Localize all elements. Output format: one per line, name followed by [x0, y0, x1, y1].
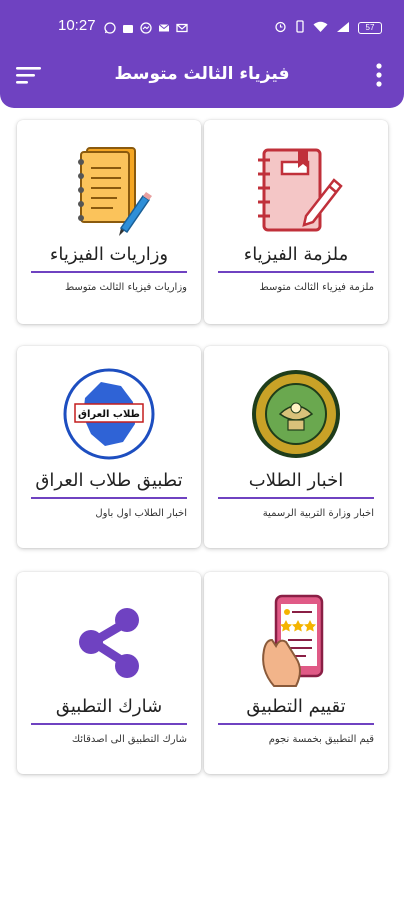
ministry-seal-icon — [204, 368, 388, 468]
card-title: ملزمة الفيزياء — [243, 244, 349, 265]
whatsapp-icon — [104, 19, 116, 34]
notebook-pen-icon — [204, 138, 388, 238]
app-header: 10:27 57 فيزياء الثالث متوسط — [0, 0, 404, 108]
vibrate-icon — [295, 18, 305, 37]
card-subtitle: قيم التطبيق بخمسة نجوم — [268, 734, 374, 745]
messenger-icon — [140, 19, 152, 34]
status-bar: 10:27 57 — [0, 0, 404, 52]
card-share-app[interactable]: شارك التطبيق شارك التطبيق الى اصدقائك — [17, 572, 201, 774]
card-subtitle: اخبار وزارة التربية الرسمية — [262, 508, 374, 519]
card-divider — [218, 271, 374, 273]
more-options-icon[interactable] — [374, 62, 384, 88]
card-divider — [31, 497, 187, 499]
card-rate-app[interactable]: تقييم التطبيق قيم التطبيق بخمسة نجوم — [204, 572, 388, 774]
email-icon — [158, 19, 170, 32]
card-subtitle: شارك التطبيق الى اصدقائك — [71, 734, 187, 745]
logo-text: طلاب العراق — [78, 409, 140, 420]
system-icons: 57 — [274, 18, 382, 37]
card-physics-notes[interactable]: ملزمة الفيزياء ملزمة فيزياء الثالث متوسط — [204, 120, 388, 324]
gmail-icon — [176, 19, 188, 33]
page-title: فيزياء الثالث متوسط — [114, 64, 290, 84]
notification-icons — [104, 19, 188, 34]
iraq-map-logo-icon: طلاب العراق — [17, 368, 201, 468]
card-subtitle: اخبار الطلاب اول باول — [95, 508, 187, 519]
card-divider — [218, 497, 374, 499]
card-title: اخبار الطلاب — [248, 470, 344, 491]
card-divider — [31, 723, 187, 725]
card-divider — [218, 723, 374, 725]
battery-icon: 57 — [358, 21, 382, 34]
card-iraq-students-app[interactable]: طلاب العراق تطبيق طلاب العراق اخبار الطل… — [17, 346, 201, 548]
card-title: وزاريات الفيزياء — [49, 244, 169, 265]
signal-icon — [336, 18, 350, 37]
wifi-icon — [313, 18, 328, 37]
share-icon — [17, 590, 201, 690]
store-icon — [122, 19, 134, 33]
menu-icon[interactable] — [15, 64, 43, 86]
card-subtitle: وزاريات فيزياء الثالث متوسط — [64, 282, 187, 293]
toolbar: فيزياء الثالث متوسط — [0, 52, 404, 98]
card-physics-exams[interactable]: وزاريات الفيزياء وزاريات فيزياء الثالث م… — [17, 120, 201, 324]
card-title: تطبيق طلاب العراق — [35, 470, 183, 491]
card-title: شارك التطبيق — [55, 696, 163, 717]
rate-phone-icon — [204, 590, 388, 690]
card-student-news[interactable]: اخبار الطلاب اخبار وزارة التربية الرسمية — [204, 346, 388, 548]
alarm-icon — [274, 18, 287, 37]
card-divider — [31, 271, 187, 273]
card-subtitle: ملزمة فيزياء الثالث متوسط — [259, 282, 374, 293]
status-time: 10:27 — [58, 17, 96, 34]
notepad-pencil-icon — [17, 138, 201, 238]
card-title: تقييم التطبيق — [246, 696, 346, 717]
